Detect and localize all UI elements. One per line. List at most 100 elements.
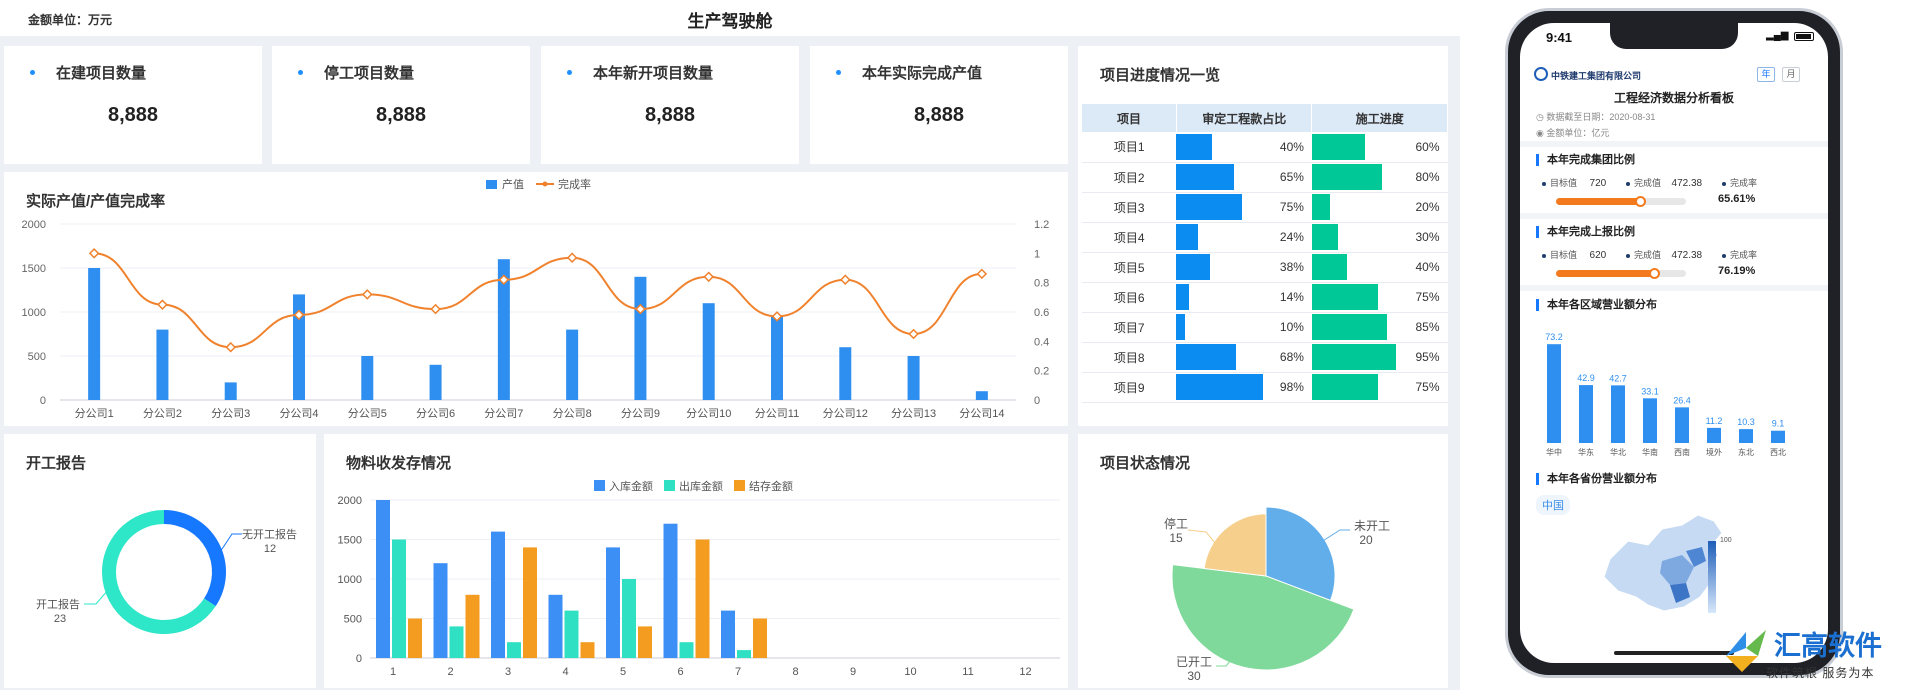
brand-logo-icon: [1726, 630, 1766, 672]
fund-bar-cell: [1176, 312, 1269, 343]
material-bar-stock: [465, 594, 480, 658]
region-value-label: 42.9: [1577, 373, 1595, 383]
build-percent: 95%: [1404, 342, 1448, 373]
table-row: 项目4 24% 30%: [1082, 222, 1448, 253]
y-tick-label: 1000: [338, 574, 362, 586]
material-bar-in: [433, 563, 448, 658]
data-date: ◷ 数据截至日期：2020-08-31: [1536, 112, 1656, 122]
build-bar-cell: [1311, 192, 1405, 223]
rose-slice: [1203, 513, 1267, 577]
fund-percent: 38%: [1268, 252, 1312, 283]
start-report-donut: 无开工报告 12 开工报告 23: [36, 510, 297, 634]
status-time: 9:41: [1546, 30, 1573, 45]
map-legend-gradient: [1708, 541, 1716, 613]
x-tick-label: 分公司8: [553, 407, 592, 420]
phone-mockup: 9:41 ▂▄▆ 中铁建工集团有限公司 年 月 工程经济数据分析看板 ◷ 数据截…: [1505, 8, 1843, 678]
fund-percent: 98%: [1268, 372, 1312, 403]
material-bar-out: [507, 642, 521, 658]
done-row: 完成值 472.38: [1626, 176, 1702, 189]
col-header-fund: 审定工程款占比: [1176, 104, 1313, 132]
y-left-tick-label: 1000: [22, 307, 46, 319]
rate-point: [976, 268, 988, 280]
fund-bar-cell: [1176, 372, 1269, 403]
x-tick-label: 5: [620, 666, 626, 678]
rate-point: [361, 289, 373, 300]
status-panel: 项目状态情况 未开工 20 已开工 30 停工 15: [1078, 434, 1448, 688]
output-bar: [839, 347, 852, 400]
x-tick-label: 分公司3: [211, 407, 250, 420]
project-name: 项目3: [1082, 192, 1177, 223]
watermark: 汇高软件 软件筑根 服务为本: [1722, 624, 1918, 688]
col-header-build: 施工进度: [1311, 104, 1448, 132]
fund-bar-cell: [1176, 282, 1269, 313]
china-map-icon[interactable]: [1590, 511, 1740, 621]
rate-point: [225, 341, 237, 353]
build-bar: [1311, 254, 1348, 280]
project-name: 项目4: [1082, 222, 1177, 253]
material-bar-stock: [408, 618, 422, 658]
progress-knob: [1649, 268, 1661, 279]
project-name: 项目5: [1082, 252, 1177, 283]
divider: [1520, 141, 1828, 147]
rate-row: 完成率: [1722, 248, 1757, 261]
fund-bar: [1176, 194, 1243, 220]
x-tick-label: 9: [850, 666, 856, 678]
legend-label: 结存金额: [749, 479, 793, 493]
kpi-card-new[interactable]: 本年新开项目数量 8,888: [541, 46, 799, 164]
material-bar-in: [491, 531, 505, 658]
table-row: 项目2 65% 80%: [1082, 162, 1448, 193]
fund-bar: [1176, 314, 1186, 340]
company-logo-icon: [1534, 67, 1548, 81]
region-value-label: 33.1: [1641, 386, 1659, 396]
kpi-card-output[interactable]: 本年实际完成产值 8,888: [810, 46, 1068, 164]
x-tick-label: 分公司1: [75, 407, 114, 420]
tab-month[interactable]: 月: [1782, 67, 1800, 82]
fund-percent: 40%: [1268, 132, 1312, 163]
fund-bar: [1176, 374, 1263, 400]
kpi-card-stopped[interactable]: 停工项目数量 8,888: [272, 46, 530, 164]
build-percent: 40%: [1404, 252, 1448, 283]
fund-percent: 14%: [1268, 282, 1312, 313]
build-bar-cell: [1311, 342, 1405, 373]
kpi-card-building[interactable]: 在建项目数量 8,888: [4, 46, 262, 164]
output-bar: [224, 382, 237, 400]
output-bar: [702, 303, 715, 400]
progress-bar: [1556, 268, 1686, 279]
phone-screen: 9:41 ▂▄▆ 中铁建工集团有限公司 年 月 工程经济数据分析看板 ◷ 数据截…: [1520, 23, 1828, 663]
slice-label-name: 无开工报告: [242, 527, 297, 541]
kpi-value: 8,888: [913, 104, 965, 126]
material-bar-in: [376, 500, 390, 658]
y-right-tick-label: 0.8: [1034, 278, 1049, 290]
y-left-tick-label: 2000: [22, 219, 46, 231]
build-bar: [1311, 224, 1339, 250]
fund-bar-cell: [1176, 222, 1269, 253]
bullet-icon: [836, 70, 841, 75]
build-bar-cell: [1311, 162, 1405, 193]
y-right-tick-label: 0.6: [1034, 307, 1049, 319]
page-title: 生产驾驶舱: [687, 12, 773, 31]
legend-swatch: [664, 480, 675, 491]
region-bar: [1707, 427, 1721, 443]
output-chart-panel: 实际产值/产值完成率 0 500 1000 1500 2000 0 0.2 0.4 0.6 0.8…: [4, 172, 1068, 426]
section-title: 本年完成上报比例: [1536, 226, 1635, 238]
rate-point: [908, 328, 919, 340]
map-tag[interactable]: 中国: [1536, 495, 1570, 515]
x-tick-label: 6: [677, 666, 683, 678]
project-name: 项目1: [1082, 132, 1177, 163]
x-tick-label: 3: [505, 666, 511, 678]
board-title: 工程经济数据分析看板: [1613, 91, 1734, 105]
fund-bar-cell: [1176, 252, 1269, 283]
region-x-label: 东北: [1738, 447, 1754, 457]
output-bar: [156, 329, 169, 400]
x-tick-label: 10: [904, 666, 916, 678]
output-combo-chart: 0 500 1000 1500 2000 0 0.2 0.4 0.6 0.8 1 1.2 分公司1 分公司…: [22, 177, 1050, 420]
kpi-value: 8,888: [107, 104, 159, 126]
y-tick-label: 500: [344, 614, 362, 626]
rate-line: [94, 252, 982, 349]
region-bar: [1739, 429, 1753, 443]
tab-year[interactable]: 年: [1757, 67, 1775, 82]
region-bar: [1579, 385, 1593, 443]
material-bar-in: [721, 610, 735, 658]
fund-bar: [1176, 164, 1234, 190]
build-bar: [1311, 284, 1378, 310]
